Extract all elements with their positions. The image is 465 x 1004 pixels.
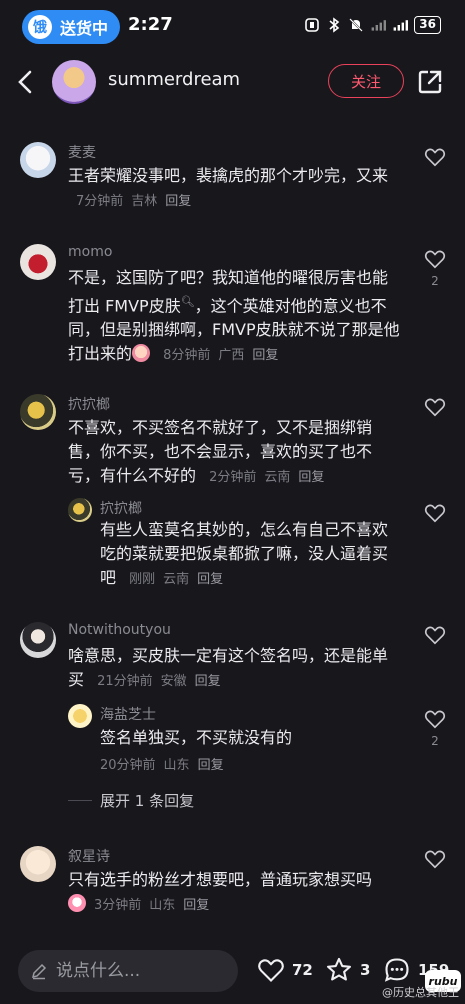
comment-item: 㧒㧒榔 不喜欢，不买签名不就好了，又不是捆绑销售，你不买，也不会显示，喜欢的买了… [0, 390, 465, 490]
comment-input[interactable] [56, 961, 216, 981]
follow-button[interactable]: 关注 [328, 64, 404, 98]
comment-meta: 8分钟前 广西 回复 [163, 348, 279, 364]
delivery-app-icon: 饿 [28, 15, 52, 39]
like-count: 2 [431, 734, 439, 748]
like-button[interactable] [424, 502, 446, 524]
heart-icon [424, 626, 446, 645]
heart-icon [424, 398, 446, 417]
commenter-name[interactable]: momo [68, 244, 112, 260]
star-icon [326, 957, 352, 981]
reply-button[interactable]: 回复 [198, 758, 224, 773]
comment-meta: 刚刚 云南 回复 [129, 572, 224, 587]
reply-item: 海盐芝士 签名单独买，不买就没有的 20分钟前 山东 回复 2 [0, 702, 465, 778]
commenter-name[interactable]: Notwithoutyou [68, 622, 171, 638]
author-name[interactable]: summerdream [108, 69, 240, 90]
comment-text: 有些人蛮莫名其妙的，怎么有自己不喜欢吃的菜就要把饭桌都掀了嘛，没人逼着买吧 刚刚… [100, 520, 389, 587]
like-button[interactable] [424, 396, 446, 418]
like-action[interactable]: 72 [256, 956, 313, 984]
reply-button[interactable]: 回复 [252, 348, 278, 363]
commenter-avatar[interactable] [20, 622, 56, 658]
commenter-name[interactable]: 叙星诗 [68, 846, 110, 866]
back-button[interactable] [14, 68, 38, 96]
comment-item: 麦麦 王者荣耀没事吧，裴擒虎的那个才吵完，又来 7分钟前 吉林 回复 [0, 138, 465, 218]
signal-icon-1 [370, 17, 387, 33]
like-button[interactable] [424, 848, 446, 870]
comment-meta: 7分钟前 吉林 回复 [76, 194, 192, 209]
commenter-avatar[interactable] [20, 846, 56, 882]
reply-item: 㧒㧒榔 有些人蛮莫名其妙的，怎么有自己不喜欢吃的菜就要把饭桌都掀了嘛，没人逼着买… [0, 494, 465, 594]
comment-text: 不是，这国防了吧？我知道他的曜很厉害也能打出 FMVP皮肤🔍︎，这个英雄对他的意… [68, 268, 400, 364]
comment-bubble-icon [384, 958, 409, 982]
heart-icon [258, 959, 284, 982]
comment-item: 叙星诗 只有选手的粉丝才想要吧，普通玩家想买吗 3分钟前 山东 回复 [0, 842, 465, 922]
status-bar: 饿 送货中 2:27 36 [0, 0, 465, 52]
chevron-left-icon [18, 70, 32, 94]
like-button[interactable] [424, 708, 446, 730]
sticker-emoji [132, 344, 151, 363]
watermark-text: @历史总其他王 [382, 986, 459, 999]
sticker-emoji [68, 894, 86, 912]
collect-count: 3 [360, 961, 371, 979]
comment-text: 不喜欢，不买签名不就好了，又不是捆绑销售，你不买，也不会显示，喜欢的买了也不亏，… [68, 418, 373, 485]
delivery-status-pill[interactable]: 饿 送货中 [22, 10, 120, 44]
like-button[interactable] [424, 248, 446, 270]
comment-meta: 3分钟前 山东 回复 [68, 894, 209, 913]
status-time: 2:27 [128, 14, 173, 35]
commenter-avatar[interactable] [68, 498, 92, 522]
heart-icon [424, 504, 446, 523]
commenter-name[interactable]: 㧒㧒榔 [68, 394, 110, 414]
collect-action[interactable]: 3 [324, 956, 370, 984]
delivery-status-label: 送货中 [60, 19, 109, 38]
reply-button[interactable]: 回复 [195, 674, 221, 689]
commenter-name[interactable]: 麦麦 [68, 142, 96, 162]
like-button[interactable] [424, 624, 446, 646]
like-button[interactable] [424, 146, 446, 168]
expand-replies-label: 展开 1 条回复 [100, 792, 195, 810]
commenter-avatar[interactable] [20, 244, 56, 280]
commenter-avatar[interactable] [20, 394, 56, 430]
reply-button[interactable]: 回复 [197, 572, 223, 587]
comment-text: 签名单独买，不买就没有的 [100, 728, 293, 747]
author-avatar[interactable] [52, 60, 96, 104]
comment-text: 只有选手的粉丝才想要吧，普通玩家想买吗 [68, 870, 373, 889]
signal-icon-2 [392, 17, 409, 33]
reply-button[interactable]: 回复 [183, 898, 209, 913]
share-icon [418, 70, 442, 94]
divider [68, 800, 92, 801]
comment-text: 王者荣耀没事吧，裴擒虎的那个才吵完，又来 7分钟前 吉林 回复 [68, 166, 389, 209]
battery-icon: 36 [414, 16, 441, 34]
comment-meta: 20分钟前 山东 回复 [100, 758, 224, 773]
expand-replies-button[interactable]: 展开 1 条回复 [68, 790, 194, 811]
mute-icon [348, 17, 364, 33]
search-icon[interactable]: 🔍︎ [181, 295, 195, 308]
commenter-avatar[interactable] [68, 704, 92, 728]
commenter-name[interactable]: 㧒㧒榔 [100, 498, 142, 518]
reply-button[interactable]: 回复 [298, 470, 324, 485]
like-count: 72 [292, 961, 313, 979]
header: summerdream 关注 [0, 56, 465, 108]
comment-item: momo 不是，这国防了吧？我知道他的曜很厉害也能打出 FMVP皮肤🔍︎，这个英… [0, 240, 465, 370]
share-button[interactable] [416, 68, 444, 96]
nfc-icon [304, 17, 320, 33]
comment-input-box[interactable] [18, 950, 238, 992]
reply-button[interactable]: 回复 [165, 194, 191, 209]
comment-meta: 21分钟前 安徽 回复 [97, 674, 221, 689]
comment-item: Notwithoutyou 啥意思，买皮肤一定有这个签名吗，还是能单买 21分钟… [0, 618, 465, 698]
commenter-avatar[interactable] [20, 142, 56, 178]
bluetooth-icon [326, 17, 342, 33]
heart-icon [424, 850, 446, 869]
commenter-name[interactable]: 海盐芝士 [100, 704, 156, 724]
heart-icon [424, 148, 446, 167]
heart-icon [424, 250, 446, 269]
like-count: 2 [431, 274, 439, 288]
comment-meta: 2分钟前 云南 回复 [209, 470, 325, 485]
system-icons: 36 [304, 16, 441, 34]
heart-icon [424, 710, 446, 729]
comment-text: 啥意思，买皮肤一定有这个签名吗，还是能单买 21分钟前 安徽 回复 [68, 646, 389, 689]
pen-icon [31, 963, 47, 980]
